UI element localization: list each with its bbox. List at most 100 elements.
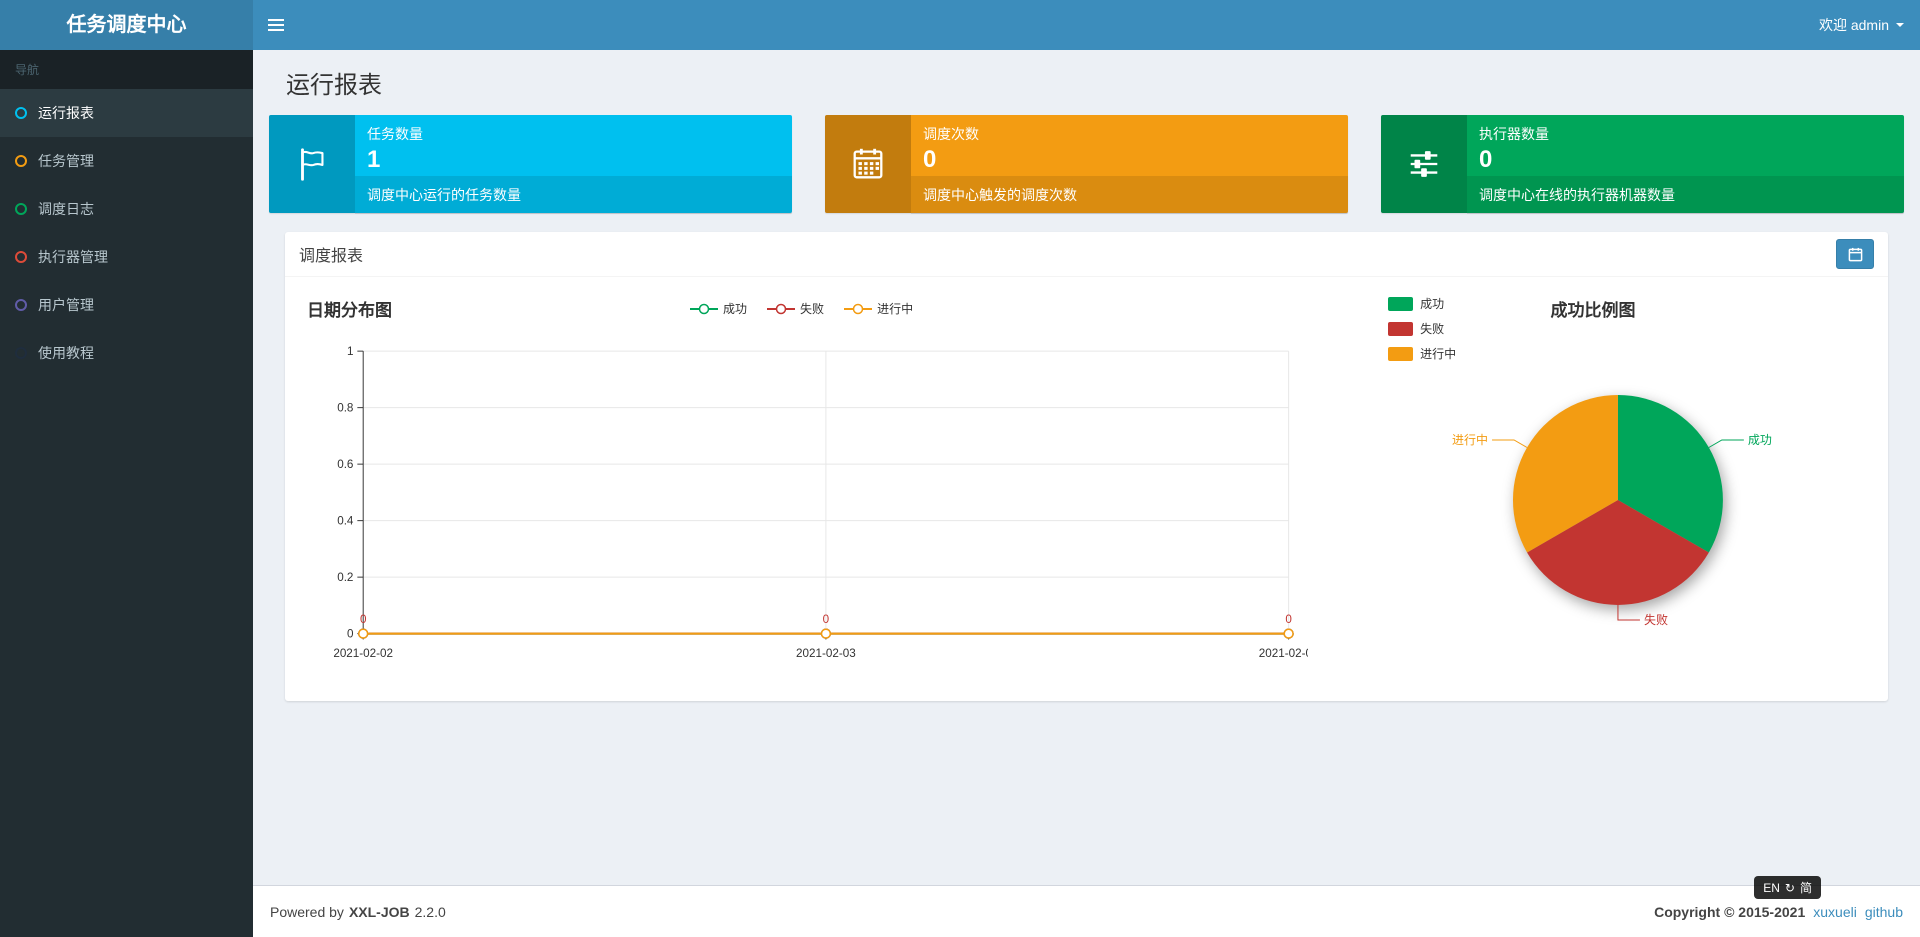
- pie-chart-legend: 成功 失败 进行中: [1388, 295, 1456, 362]
- sidebar-item-user-manage[interactable]: 用户管理: [0, 281, 253, 329]
- flag-icon: [269, 115, 355, 213]
- sidebar-toggle-button[interactable]: [253, 0, 299, 50]
- caret-down-icon: [1896, 23, 1904, 27]
- pie-legend-item-1[interactable]: 成功: [1388, 295, 1456, 312]
- sidebar-item-label: 使用教程: [38, 345, 94, 361]
- sidebar-item-executor-manage[interactable]: 执行器管理: [0, 233, 253, 281]
- info-box-description: 调度中心在线的执行器机器数量: [1467, 176, 1904, 215]
- sidebar-item-label: 执行器管理: [38, 249, 108, 265]
- sliders-icon: [1381, 115, 1467, 213]
- powered-by-text: Powered by: [270, 903, 344, 920]
- footer-copyright: Copyright © 2015-2021 xuxueli github: [1654, 904, 1903, 920]
- content-wrapper: 运行报表 任务数量 1 调度中心运行的任务数量 调度次数 0 调度中心触发的调度…: [253, 50, 1920, 885]
- pie-legend-item-2[interactable]: 失败: [1388, 320, 1456, 337]
- user-menu[interactable]: 欢迎 admin: [1803, 0, 1920, 50]
- svg-text:0: 0: [347, 628, 354, 641]
- sidebar: 导航 运行报表 任务管理 调度日志 执行器管理 用户管理 使用教程: [0, 50, 253, 937]
- info-box-row: 任务数量 1 调度中心运行的任务数量 调度次数 0 调度中心触发的调度次数 执行…: [269, 115, 1904, 215]
- info-box-content: 调度次数 0 调度中心触发的调度次数: [911, 115, 1348, 215]
- sidebar-section-label: 导航: [0, 50, 253, 89]
- svg-text:进行中: 进行中: [1452, 432, 1488, 447]
- ime-toggle-icon: ↻: [1784, 880, 1795, 895]
- circle-icon: [15, 251, 27, 263]
- sidebar-item-job-manage[interactable]: 任务管理: [0, 137, 253, 185]
- svg-text:1: 1: [347, 345, 354, 358]
- legend-line-icon: [844, 303, 873, 314]
- legend-swatch: [1388, 321, 1414, 336]
- info-box-number: 0: [923, 146, 937, 173]
- sidebar-item-job-log[interactable]: 调度日志: [0, 185, 253, 233]
- sidebar-menu: 运行报表 任务管理 调度日志 执行器管理 用户管理 使用教程: [0, 89, 253, 377]
- legend-swatch: [1388, 296, 1414, 311]
- line-legend-item-2[interactable]: 失败: [767, 300, 824, 317]
- info-box-title: 执行器数量: [1479, 126, 1549, 142]
- legend-label: 失败: [1420, 322, 1445, 336]
- svg-text:0.8: 0.8: [337, 402, 353, 415]
- content: 任务数量 1 调度中心运行的任务数量 调度次数 0 调度中心触发的调度次数 执行…: [253, 100, 1920, 701]
- app-logo[interactable]: 任务调度中心: [0, 0, 253, 50]
- circle-icon: [15, 155, 27, 167]
- svg-text:2021-02-03: 2021-02-03: [796, 647, 856, 660]
- legend-label: 进行中: [1420, 347, 1457, 361]
- svg-text:0: 0: [823, 613, 830, 626]
- ime-zh-label: 简: [1799, 881, 1812, 895]
- main-footer: Powered by XXL-JOB 2.2.0 Copyright © 201…: [253, 885, 1920, 937]
- pie-legend-item-3[interactable]: 进行中: [1388, 345, 1456, 362]
- circle-icon: [15, 107, 27, 119]
- info-box-executor-count: 执行器数量 0 调度中心在线的执行器机器数量: [1381, 115, 1904, 215]
- footer-powered-by: Powered by XXL-JOB 2.2.0: [270, 904, 446, 920]
- circle-icon: [15, 203, 27, 215]
- line-legend-item-1[interactable]: 成功: [690, 300, 747, 317]
- report-panel-title: 调度报表: [299, 248, 364, 265]
- info-box-number: 1: [367, 146, 381, 173]
- svg-text:0.4: 0.4: [337, 515, 354, 528]
- svg-text:0: 0: [1285, 613, 1292, 626]
- sidebar-item-run-report[interactable]: 运行报表: [0, 89, 253, 137]
- author-link[interactable]: xuxueli: [1813, 904, 1857, 920]
- info-box-description: 调度中心运行的任务数量: [355, 176, 792, 215]
- report-panel-body: 日期分布图 成功 失败 进行中 0 0.2 0.4 0.6 0.8 1 2021-02-02 20…: [285, 277, 1888, 701]
- line-chart-legend: 成功 失败 进行中: [295, 293, 1308, 319]
- info-box-content: 执行器数量 0 调度中心在线的执行器机器数量: [1467, 115, 1904, 215]
- date-range-button[interactable]: [1836, 239, 1874, 269]
- sidebar-item-label: 运行报表: [38, 105, 94, 121]
- info-box-trigger-count: 调度次数 0 调度中心触发的调度次数: [825, 115, 1348, 215]
- date-distribution-chart: 日期分布图 成功 失败 进行中 0 0.2 0.4 0.6 0.8 1 2021-02-02 20…: [295, 293, 1308, 687]
- info-box-content: 任务数量 1 调度中心运行的任务数量: [355, 115, 792, 215]
- svg-text:2021-02-04: 2021-02-04: [1259, 647, 1308, 660]
- pie-chart-canvas: 成功失败 进行中: [1452, 395, 1772, 627]
- sidebar-item-label: 任务管理: [38, 153, 94, 169]
- github-link[interactable]: github: [1865, 904, 1903, 920]
- legend-line-icon: [767, 303, 796, 314]
- info-box-job-count: 任务数量 1 调度中心运行的任务数量: [269, 115, 792, 215]
- version-text: 2.2.0: [414, 903, 446, 920]
- report-panel: 调度报表 日期分布图 成功 失败 进行中 0 0.2 0.4 0.6 0.8 1…: [285, 232, 1888, 701]
- sidebar-item-help[interactable]: 使用教程: [0, 329, 253, 377]
- brand-name: XXL-JOB: [348, 903, 410, 920]
- success-ratio-chart: 成功 失败 进行中 成功比例图 成功 失败 进行中: [1308, 293, 1878, 687]
- svg-text:0: 0: [360, 613, 367, 626]
- sidebar-item-label: 调度日志: [38, 201, 94, 217]
- circle-icon: [15, 299, 27, 311]
- legend-label: 成功: [1420, 297, 1445, 311]
- welcome-text: 欢迎 admin: [1818, 17, 1889, 33]
- top-navbar: 欢迎 admin: [253, 0, 1920, 50]
- svg-text:2021-02-02: 2021-02-02: [333, 647, 393, 660]
- legend-swatch: [1388, 346, 1414, 361]
- legend-label: 进行中: [877, 302, 914, 316]
- ime-language-badge[interactable]: EN ↻ 简: [1754, 876, 1821, 899]
- info-box-number: 0: [1479, 146, 1493, 173]
- report-panel-header: 调度报表: [285, 232, 1888, 277]
- svg-text:0.2: 0.2: [337, 571, 353, 584]
- svg-text:成功: 成功: [1748, 433, 1772, 447]
- legend-label: 成功: [723, 302, 748, 316]
- ime-en-label: EN: [1763, 880, 1780, 895]
- circle-icon: [15, 347, 27, 359]
- sidebar-item-label: 用户管理: [38, 297, 94, 313]
- svg-text:失败: 失败: [1644, 612, 1668, 627]
- copyright-text: Copyright © 2015-2021: [1654, 903, 1806, 920]
- line-legend-item-3[interactable]: 进行中: [844, 300, 913, 317]
- legend-label: 失败: [800, 302, 825, 316]
- legend-line-icon: [690, 303, 719, 314]
- line-chart-canvas: 0 0.2 0.4 0.6 0.8 1 2021-02-02 2021-02-03 2021-0…: [333, 345, 1308, 660]
